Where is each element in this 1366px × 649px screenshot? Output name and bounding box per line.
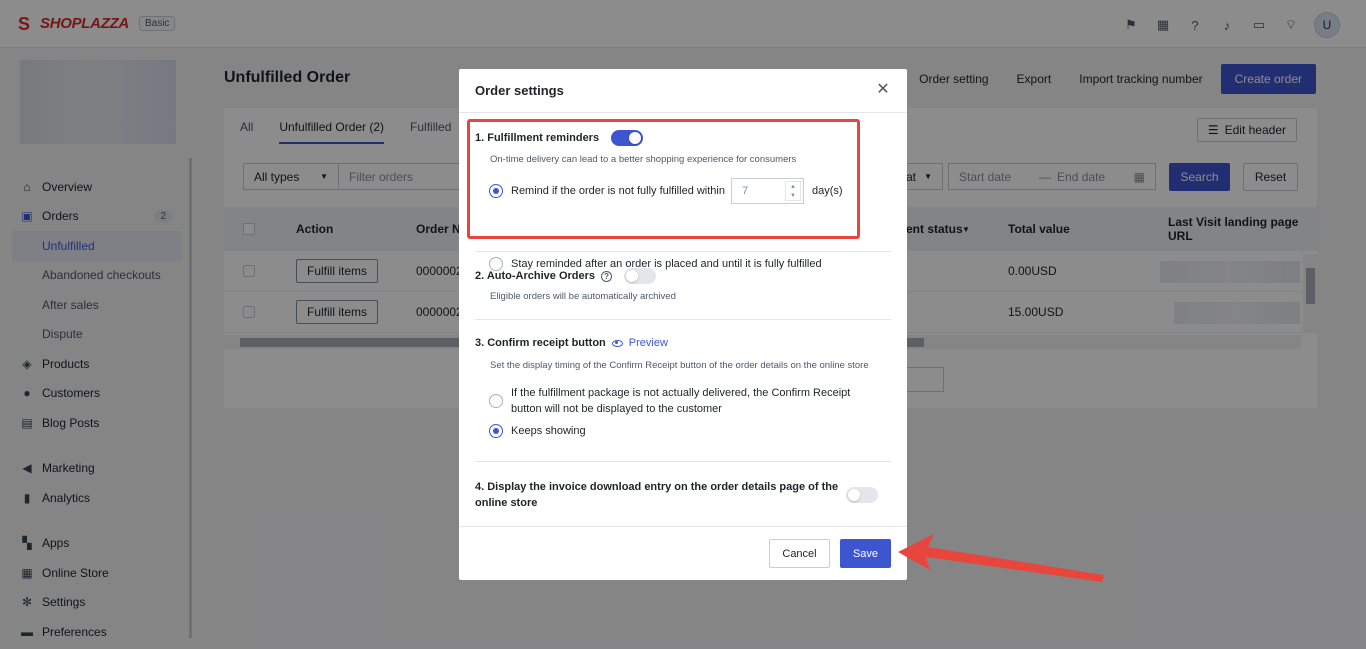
annotation-arrow: [898, 534, 1104, 582]
section-title: 2. Auto-Archive Orders: [475, 270, 596, 282]
keeps-showing-radio[interactable]: [489, 424, 503, 438]
save-button[interactable]: Save: [840, 539, 891, 568]
divider: [475, 319, 891, 320]
section-description: Eligible orders will be automatically ar…: [490, 291, 676, 302]
modal-title: Order settings: [475, 83, 564, 98]
section-invoice-download: 4. Display the invoice download entry on…: [475, 479, 845, 511]
label-line-1: If the fulfillment package is not actual…: [511, 387, 851, 399]
help-circle-icon[interactable]: ?: [601, 270, 613, 282]
section-title-line-1: 4. Display the invoice download entry on…: [475, 481, 839, 493]
invoice-download-toggle[interactable]: [846, 487, 878, 503]
section-title-line-2: online store: [475, 497, 538, 509]
label-line-2: button will not be displayed to the cust…: [511, 403, 722, 415]
annotation-highlight-box: [467, 119, 860, 239]
modal-header: Order settings ✕: [459, 69, 907, 113]
close-icon[interactable]: ✕: [875, 82, 891, 98]
auto-archive-toggle[interactable]: [624, 268, 657, 284]
hide-until-delivered-option[interactable]: If the fulfillment package is not actual…: [489, 385, 850, 417]
cancel-button[interactable]: Cancel: [769, 539, 830, 568]
hide-until-delivered-radio[interactable]: [489, 394, 503, 408]
section-confirm-receipt: 3. Confirm receipt button Preview: [475, 337, 668, 349]
hide-until-delivered-label: If the fulfillment package is not actual…: [511, 385, 850, 417]
modal-footer: Cancel Save: [459, 526, 907, 580]
keeps-showing-option[interactable]: Keeps showing: [489, 424, 586, 438]
eye-icon: [611, 339, 623, 347]
divider: [475, 461, 891, 462]
divider: [475, 251, 891, 252]
section-auto-archive: 2. Auto-Archive Orders ?: [475, 268, 657, 284]
section-title: 3. Confirm receipt button: [475, 337, 606, 349]
section-description: Set the display timing of the Confirm Re…: [490, 360, 869, 371]
keeps-showing-label: Keeps showing: [511, 425, 586, 437]
preview-link[interactable]: Preview: [611, 337, 668, 349]
preview-label: Preview: [628, 337, 668, 349]
